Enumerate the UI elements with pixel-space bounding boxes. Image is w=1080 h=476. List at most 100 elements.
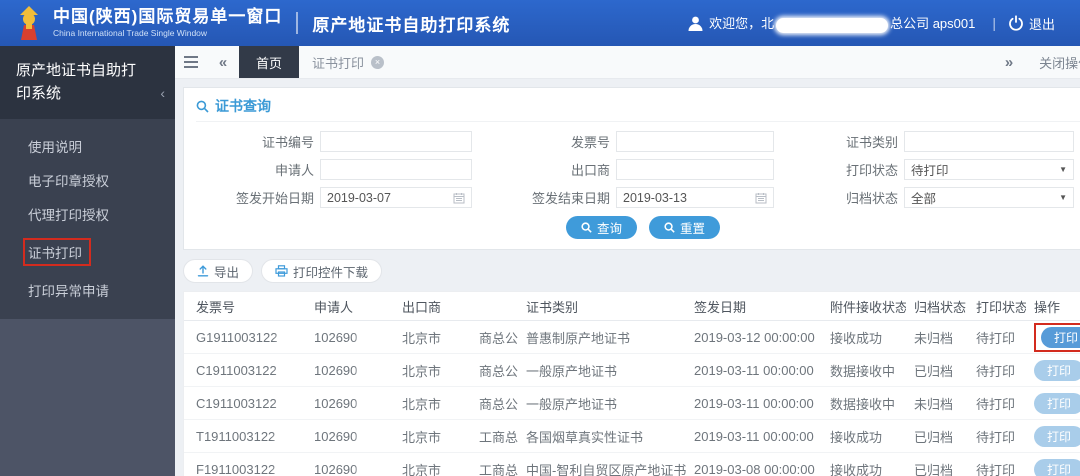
issue-end-date-label: 签发结束日期 — [531, 191, 610, 206]
export-icon — [197, 265, 209, 277]
exporter-cell: 北京市工商总公司 — [402, 462, 518, 476]
print-button[interactable]: 打印 — [1034, 425, 1080, 447]
redacted-text — [278, 398, 306, 410]
applicant-cell: 102690 — [306, 462, 394, 476]
issue-start-date-input[interactable]: 2019-03-07 — [320, 187, 472, 208]
redacted-company-name — [776, 17, 889, 33]
print-status-cell: 待打印 — [976, 429, 1016, 445]
results-table: 发票号 申请人 出口商 证书类别 签发日期 附件接收状态 归档状态 打印状态 操作 G19110… — [183, 291, 1080, 476]
menu-toggle-icon[interactable] — [175, 46, 207, 78]
issue-end-date-input[interactable]: 2019-03-13 — [616, 187, 774, 208]
applicant-cell: 102690 — [306, 396, 394, 411]
cert-type-input[interactable] — [904, 131, 1074, 152]
calendar-icon — [755, 192, 767, 204]
brand-logo-icon — [14, 5, 44, 41]
power-icon[interactable] — [1008, 15, 1024, 31]
cert-type-cell: 各国烟草真实性证书 — [526, 429, 644, 445]
print-status-cell: 待打印 — [976, 462, 1016, 476]
invoice-cell: F1911003122 — [188, 462, 306, 476]
cert-type-cell: 一般原产地证书 — [526, 363, 618, 379]
applicant-input[interactable] — [320, 159, 472, 180]
redacted-text — [278, 365, 306, 377]
redacted-text — [277, 431, 306, 443]
scroll-tabs-left-icon[interactable]: « — [207, 46, 239, 78]
brand: 中国(陕西)国际贸易单一窗口 China International Trade… — [14, 5, 510, 41]
print-button[interactable]: 打印 — [1034, 458, 1080, 476]
page-title: 原产地证书自助打印系统 — [312, 15, 511, 35]
attach-status-cell: 数据接收中 — [830, 396, 896, 412]
applicant-cell: 102690 — [306, 330, 394, 345]
table-body: G1911003122102690北京市商总公司普惠制原产地证书2019-03-… — [184, 321, 1080, 476]
exporter-input[interactable] — [616, 159, 774, 180]
sidebar-item-usage-guide[interactable]: 使用说明 — [0, 129, 175, 163]
attach-status-cell: 接收成功 — [830, 462, 883, 476]
content: 证书查询 证书编号 发票号 证书类别 申请人 出口商 打印状态 待打印 ▼ 签发… — [175, 79, 1080, 476]
exporter-cell: 北京市商总公司 — [402, 363, 518, 379]
logout-button[interactable]: 退出 — [1029, 14, 1055, 33]
redacted-text — [359, 365, 380, 377]
applicant-cell: 102690 — [306, 363, 394, 378]
sidebar-item-cert-print[interactable]: 证书打印 — [0, 231, 175, 273]
form-actions: 查询 重置 — [196, 216, 1080, 239]
invoice-no-input[interactable] — [616, 131, 774, 152]
highlight-annotation-box: 打印 — [1034, 322, 1080, 352]
column-header: 归档状态 — [914, 299, 967, 315]
sidebar-item-e-seal-auth[interactable]: 电子印章授权 — [0, 163, 175, 197]
cert-type-cell: 一般原产地证书 — [526, 396, 618, 412]
user-area: 欢迎您，北 总公司 aps001 | 退出 — [687, 13, 1060, 33]
redacted-text — [443, 399, 478, 411]
issue-date-cell: 2019-03-11 00:00:00 — [694, 362, 814, 378]
redacted-text — [277, 464, 306, 476]
close-operations-dropdown[interactable]: 关闭操作▼ — [1039, 53, 1080, 72]
operation-cell: 打印 — [1026, 458, 1080, 476]
column-header: 附件接收状态 — [830, 299, 906, 315]
archive-status-select[interactable]: 全部 ▼ — [904, 187, 1074, 208]
applicant-label: 申请人 — [274, 163, 314, 178]
cert-no-input[interactable] — [320, 131, 472, 152]
table-row: T1911003122102690 北京市工商总公司各国烟草真实性证书 2019-0… — [184, 420, 1080, 453]
tab-home[interactable]: 首页 — [239, 46, 300, 78]
cert-no-label: 证书编号 — [261, 135, 314, 150]
print-status-cell: 待打印 — [976, 330, 1016, 346]
print-button[interactable]: 打印 — [1034, 359, 1080, 381]
exporter-cell: 北京市商总公司 — [402, 396, 518, 412]
sidebar-item-agent-print-auth[interactable]: 代理打印授权 — [0, 197, 175, 231]
scroll-tabs-right-icon[interactable]: » — [993, 54, 1025, 71]
archive-status-cell: 已归档 — [914, 429, 954, 445]
app-header: 中国(陕西)国际贸易单一窗口 China International Trade… — [0, 0, 1080, 46]
invoice-cell: C1911003122 — [188, 396, 306, 411]
print-status-select[interactable]: 待打印 ▼ — [904, 159, 1074, 180]
search-panel-title: 证书查询 — [196, 96, 1080, 122]
attach-status-cell: 接收成功 — [830, 429, 883, 445]
sidebar-item-print-exception[interactable]: 打印异常申请 — [0, 273, 175, 307]
print-status-label: 打印状态 — [845, 163, 898, 178]
redacted-text — [359, 398, 380, 410]
redacted-text — [359, 332, 380, 344]
reset-button[interactable]: 重置 — [649, 216, 721, 239]
sidebar: 原产地证书自助打印系统 ‹ 使用说明 电子印章授权 代理打印授权 证书打印 打印异常申请 — [0, 46, 175, 476]
print-button[interactable]: 打印 — [1034, 392, 1080, 414]
invoice-no-label: 发票号 — [570, 135, 610, 150]
search-icon — [196, 100, 209, 113]
search-panel: 证书查询 证书编号 发票号 证书类别 申请人 出口商 打印状态 待打印 ▼ 签发… — [183, 87, 1080, 250]
brand-subtitle: China International Trade Single Window — [53, 27, 208, 38]
print-control-download-button[interactable]: 打印控件下载 — [261, 259, 383, 283]
issue-date-cell: 2019-03-11 00:00:00 — [694, 395, 814, 411]
export-button[interactable]: 导出 — [183, 259, 254, 283]
invoice-cell: C1911003122 — [188, 363, 306, 378]
exporter-label: 出口商 — [570, 163, 610, 178]
column-header: 证书类别 — [526, 299, 579, 315]
query-button[interactable]: 查询 — [565, 216, 637, 239]
print-button[interactable]: 打印 — [1041, 326, 1080, 348]
tab-close-icon[interactable]: × — [371, 55, 385, 69]
main-area: « 首页 证书打印 × » 关闭操作▼ — [175, 46, 1080, 476]
operation-cell: 打印 — [1026, 322, 1080, 352]
table-row: C1911003122102690 北京市商总公司一般原产地证书 2019-03-1… — [184, 387, 1080, 420]
chevron-down-icon: ▼ — [1059, 193, 1067, 202]
attach-status-cell: 接收成功 — [830, 330, 883, 346]
sidebar-collapse-icon[interactable]: ‹ — [160, 83, 165, 105]
column-header: 申请人 — [314, 299, 354, 315]
search-form: 证书编号 发票号 证书类别 申请人 出口商 打印状态 待打印▼ 签发开始日期 — [196, 131, 1080, 208]
brand-title: 中国(陕西)国际贸易单一窗口 — [53, 7, 283, 27]
tab-cert-print[interactable]: 证书打印 × — [299, 46, 397, 78]
